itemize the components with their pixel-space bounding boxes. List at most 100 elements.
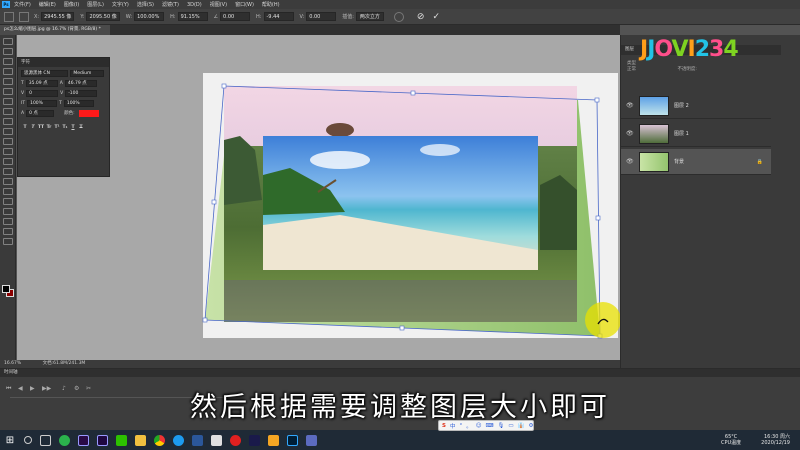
menu-help[interactable]: 帮助(H): [262, 1, 280, 8]
tracking-input[interactable]: -100: [65, 89, 98, 97]
h-field[interactable]: H: 91.15%: [170, 12, 208, 21]
menu-select[interactable]: 选择(S): [137, 1, 154, 8]
underline-button[interactable]: T: [69, 125, 77, 130]
lasso-tool-icon[interactable]: [2, 58, 13, 65]
chrome-icon[interactable]: [154, 434, 165, 446]
ime-toolbar[interactable]: S 中 ° 。 ☺ ⌨ 🎙 ▭ 👔 ⚙: [438, 420, 534, 431]
quick-select-tool-icon[interactable]: [2, 68, 13, 75]
menu-file[interactable]: 文件(F): [14, 1, 31, 8]
menu-type[interactable]: 文字(Y): [112, 1, 129, 8]
visibility-eye-icon[interactable]: 👁: [626, 102, 634, 109]
vertical-scale-input[interactable]: 100%: [27, 99, 58, 107]
warp-icon[interactable]: [393, 11, 404, 22]
zoom-tool-icon[interactable]: [2, 228, 13, 235]
x-input[interactable]: 2945.55 像: [41, 12, 75, 21]
cancel-icon[interactable]: ⊘: [417, 12, 425, 22]
gradient-tool-icon[interactable]: [2, 148, 13, 155]
ime-punctuation-icon[interactable]: 。: [466, 422, 472, 430]
eyedropper-tool-icon[interactable]: [2, 88, 13, 95]
layer-row-2[interactable]: 👁 图层 2: [621, 93, 771, 119]
w-field[interactable]: W: 100.00%: [126, 12, 165, 21]
pen-tool-icon[interactable]: [2, 178, 13, 185]
edit-icon[interactable]: [306, 434, 317, 446]
menu-window[interactable]: 窗口(W): [235, 1, 254, 8]
vskew-input[interactable]: 0.00: [306, 12, 337, 21]
hskew-input[interactable]: -9.44: [263, 12, 294, 21]
system-clock[interactable]: 16:30 周六 2020/12/19: [761, 434, 790, 446]
h-input[interactable]: 91.15%: [177, 12, 208, 21]
edit-toolbar-icon[interactable]: [2, 238, 13, 245]
hskew-field[interactable]: H: -9.44: [256, 12, 294, 21]
layer-kind-filter[interactable]: 类型: [627, 61, 636, 66]
ime-chinese-mode[interactable]: 中: [450, 422, 456, 430]
photoshop-taskbar-icon[interactable]: [287, 434, 298, 446]
menu-image[interactable]: 图像(I): [64, 1, 79, 8]
faux-italic-button[interactable]: T: [29, 125, 37, 130]
layer-row-1[interactable]: 👁 图层 1: [621, 121, 771, 147]
y-field[interactable]: Y: 2095.50 像: [80, 12, 120, 21]
healing-tool-icon[interactable]: [2, 98, 13, 105]
windows-start-icon[interactable]: ⊞: [0, 430, 20, 450]
baseline-input[interactable]: 0 点: [26, 109, 55, 117]
ime-emoji-icon[interactable]: ☺: [476, 423, 482, 429]
transform-tool-icon[interactable]: [4, 11, 14, 22]
angle-input[interactable]: 0.00: [220, 12, 251, 21]
history-brush-tool-icon[interactable]: [2, 128, 13, 135]
layer-row-background[interactable]: 👁 背景 🔒: [621, 149, 771, 175]
menu-filter[interactable]: 滤镜(T): [162, 1, 179, 8]
ime-skin-icon[interactable]: 👔: [518, 423, 525, 429]
path-select-tool-icon[interactable]: [2, 198, 13, 205]
reference-point-icon[interactable]: [19, 11, 29, 22]
video-editor-icon[interactable]: [268, 434, 279, 446]
small-caps-button[interactable]: Tr: [45, 125, 53, 130]
after-effects-icon[interactable]: [97, 434, 108, 446]
ime-settings-icon[interactable]: ⚙: [528, 423, 533, 429]
ime-logo-icon[interactable]: S: [442, 423, 446, 429]
cpu-temperature[interactable]: 65°C CPU温度: [721, 434, 741, 446]
menu-3d[interactable]: 3D(D): [187, 2, 202, 8]
faux-bold-button[interactable]: T: [21, 125, 29, 130]
eraser-tool-icon[interactable]: [2, 138, 13, 145]
leading-input[interactable]: 46.79 点: [64, 79, 97, 87]
ime-voice-icon[interactable]: 🎙: [497, 423, 504, 429]
blur-tool-icon[interactable]: [2, 158, 13, 165]
crop-tool-icon[interactable]: [2, 78, 13, 85]
menu-edit[interactable]: 编辑(E): [39, 1, 56, 8]
strikethrough-button[interactable]: T: [77, 125, 85, 130]
kerning-input[interactable]: 0: [26, 89, 59, 97]
document-tab[interactable]: ps怎么缩小图层.jpg @ 16.7% (背景, RGB/8) *: [0, 25, 110, 35]
dodge-tool-icon[interactable]: [2, 168, 13, 175]
visibility-eye-icon[interactable]: 👁: [626, 130, 634, 137]
y-input[interactable]: 2095.50 像: [86, 12, 120, 21]
stamp-tool-icon[interactable]: [2, 118, 13, 125]
angle-field[interactable]: ∠ 0.00: [214, 12, 251, 21]
layer-name[interactable]: 图层 1: [674, 130, 689, 137]
marquee-tool-icon[interactable]: [2, 48, 13, 55]
font-family-select[interactable]: 思源黑体 CN: [21, 69, 69, 77]
font-style-select[interactable]: Medium: [70, 69, 104, 77]
word-icon[interactable]: [192, 434, 203, 446]
horizontal-scale-input[interactable]: 100%: [63, 99, 94, 107]
premiere-icon[interactable]: [78, 434, 89, 446]
search-icon[interactable]: [24, 436, 32, 444]
record-icon[interactable]: [230, 434, 241, 446]
superscript-button[interactable]: T¹: [53, 125, 61, 130]
interpolation-select[interactable]: 两次立方: [355, 12, 384, 21]
ime-fullwidth-icon[interactable]: °: [459, 423, 462, 429]
shape-tool-icon[interactable]: [2, 208, 13, 215]
folder-icon[interactable]: [135, 434, 146, 446]
ime-keyboard-icon[interactable]: ⌨: [485, 423, 493, 429]
w-input[interactable]: 100.00%: [134, 12, 165, 21]
visibility-eye-icon[interactable]: 👁: [626, 158, 634, 165]
wechat-icon[interactable]: [116, 434, 127, 446]
text-color-swatch[interactable]: [78, 109, 99, 117]
layer-name[interactable]: 背景: [674, 158, 684, 165]
foreground-color-swatch[interactable]: [2, 285, 10, 293]
media-encoder-icon[interactable]: [249, 434, 260, 446]
move-tool-icon[interactable]: [2, 38, 13, 45]
vskew-field[interactable]: V: 0.00: [300, 12, 337, 21]
blend-mode-select[interactable]: 正常: [627, 67, 636, 72]
check-icon[interactable]: ✓: [432, 12, 440, 22]
brush-tool-icon[interactable]: [2, 108, 13, 115]
font-size-input[interactable]: 35.09 点: [25, 79, 58, 87]
